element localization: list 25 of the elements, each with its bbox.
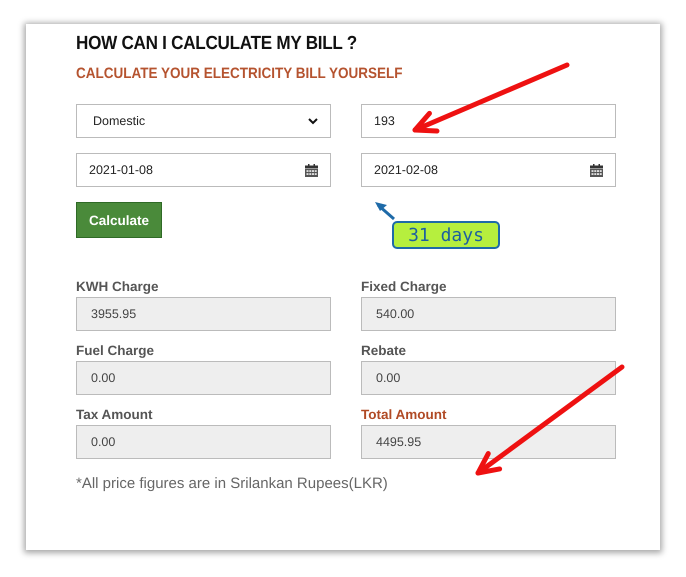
- output-field: 3955.95: [76, 297, 331, 331]
- subheading: CALCULATE YOUR ELECTRICITY BILL YOURSELF: [76, 65, 403, 82]
- page-heading: HOW CAN I CALCULATE MY BILL ?: [76, 33, 357, 55]
- output-field: 0.00: [76, 361, 331, 395]
- output-field: 0.00: [76, 425, 331, 459]
- date-field[interactable]: 2021-02-08: [361, 153, 616, 187]
- chevron-down-icon: [308, 118, 318, 124]
- arrow: [375, 202, 395, 220]
- calendar-icon: [305, 164, 318, 176]
- output-field: 0.00: [361, 361, 616, 395]
- field-label: Total Amount: [361, 407, 446, 422]
- field-label: Fixed Charge: [361, 279, 447, 294]
- field-label: Fuel Charge: [76, 343, 154, 358]
- dropdown[interactable]: Domestic: [76, 104, 331, 138]
- calendar-icon: [590, 164, 603, 176]
- input-field[interactable]: 193: [361, 104, 616, 138]
- calculate-button[interactable]: Calculate: [76, 202, 162, 238]
- field-label: Tax Amount: [76, 407, 152, 422]
- field-label: KWH Charge: [76, 279, 159, 294]
- field-label: Rebate: [361, 343, 406, 358]
- callout: 31 days: [392, 221, 500, 249]
- output-field: 540.00: [361, 297, 616, 331]
- output-field: 4495.95: [361, 425, 616, 459]
- footnote: *All price figures are in Srilankan Rupees(LKR): [76, 475, 388, 492]
- date-field[interactable]: 2021-01-08: [76, 153, 331, 187]
